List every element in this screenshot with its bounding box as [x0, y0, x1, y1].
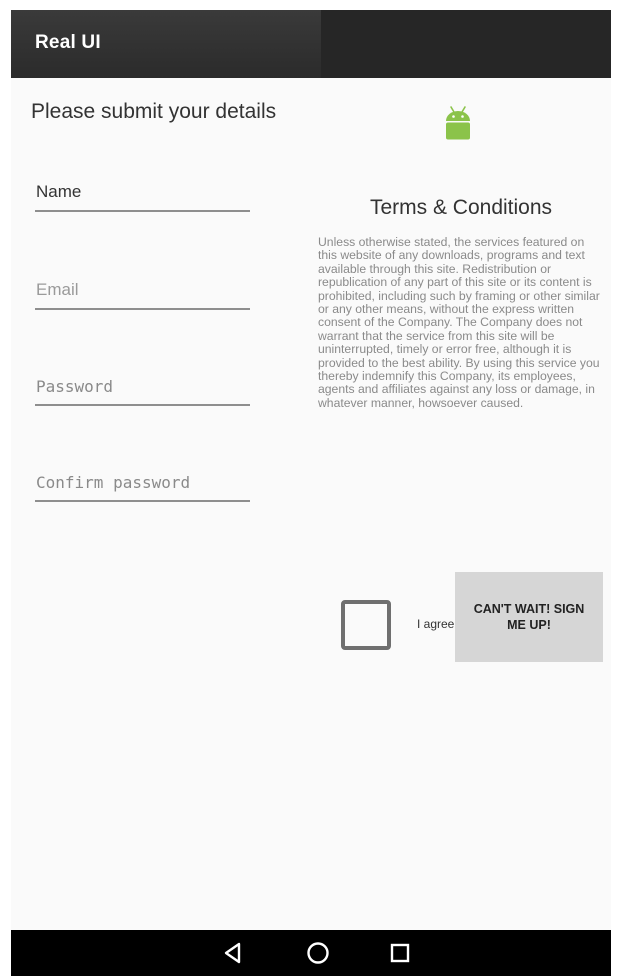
agree-checkbox[interactable] [341, 600, 391, 650]
email-field-placeholder: Email [36, 280, 79, 299]
main-content: Please submit your details Name Email Pa… [11, 78, 611, 930]
password-field-placeholder: Password [36, 377, 114, 396]
agree-label: I agree [417, 617, 455, 631]
terms-title: Terms & Conditions [369, 196, 553, 219]
app-bar: Real UI [11, 10, 611, 78]
terms-body: Unless otherwise stated, the services fe… [318, 235, 600, 410]
email-field[interactable]: Email [35, 268, 250, 310]
sign-up-button[interactable]: CAN'T WAIT! SIGN ME UP! [455, 572, 603, 662]
system-nav-bar [11, 930, 611, 976]
recents-square-icon[interactable] [385, 938, 415, 968]
back-triangle-icon[interactable] [218, 938, 248, 968]
confirm-password-field-placeholder: Confirm password [36, 473, 191, 492]
app-title: Real UI [35, 32, 101, 53]
home-circle-icon[interactable] [303, 938, 333, 968]
password-field[interactable]: Password [35, 364, 250, 406]
device-screen: Real UI Please submit your details Name … [11, 10, 611, 976]
name-field-label: Name [36, 182, 82, 201]
confirm-password-field[interactable]: Confirm password [35, 460, 250, 502]
form-heading: Please submit your details [31, 100, 277, 123]
name-field[interactable]: Name [35, 170, 250, 212]
android-icon [446, 106, 470, 140]
app-bar-shade [321, 10, 611, 78]
screen-frame: Real UI Please submit your details Name … [0, 0, 622, 976]
